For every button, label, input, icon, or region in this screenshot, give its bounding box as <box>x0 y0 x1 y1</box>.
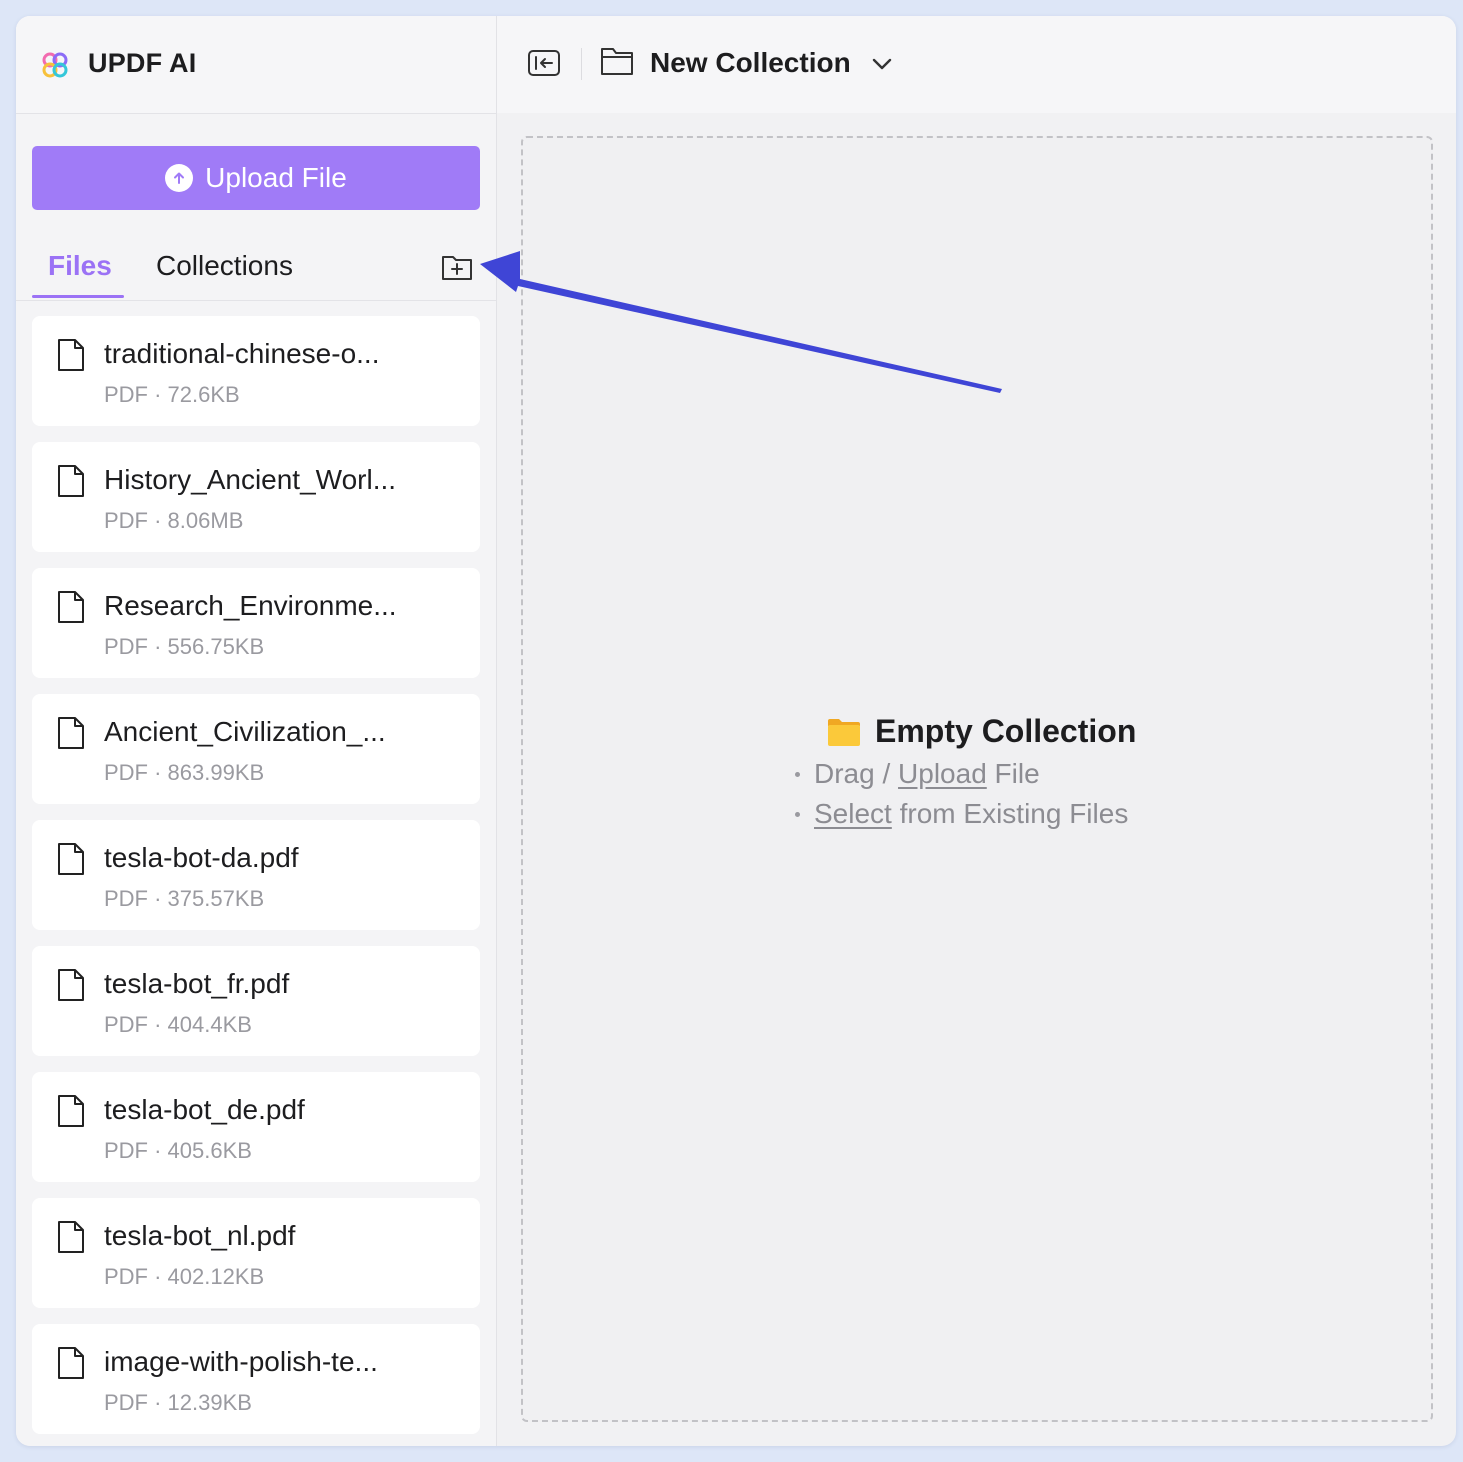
file-name: History_Ancient_Worl... <box>104 464 397 495</box>
upload-file-label: Upload File <box>205 162 347 193</box>
active-tab-indicator <box>32 295 124 298</box>
app-title: UPDF AI <box>88 48 197 78</box>
hint-existing-text: from Existing Files <box>891 798 1129 829</box>
hint-upload: Drag / Upload File <box>795 758 1295 790</box>
file-item[interactable]: History_Ancient_Worl... PDF · 8.06MB <box>32 442 480 552</box>
file-meta: PDF · 404.4KB <box>104 1012 252 1037</box>
document-icon <box>58 591 84 623</box>
collapse-sidebar-icon[interactable] <box>527 48 561 78</box>
file-name: Ancient_Civilization_... <box>104 716 386 747</box>
header-divider <box>581 48 582 80</box>
tab-files[interactable]: Files <box>48 250 112 282</box>
file-meta: PDF · 402.12KB <box>104 1264 265 1289</box>
hint-file-text: File <box>986 758 1040 789</box>
file-item[interactable]: tesla-bot_de.pdf PDF · 405.6KB <box>32 1072 480 1182</box>
sidebar: UPDF AI Upload File Files Collections tr… <box>16 16 497 1446</box>
upload-icon <box>165 164 194 192</box>
file-item[interactable]: traditional-chinese-o... PDF · 72.6KB <box>32 316 480 426</box>
file-name: Research_Environme... <box>104 590 397 621</box>
upload-link[interactable]: Upload <box>898 758 987 790</box>
new-collection-folder-icon[interactable] <box>440 250 474 284</box>
file-meta: PDF · 12.39KB <box>104 1390 252 1415</box>
document-icon <box>58 717 84 749</box>
bullet <box>795 771 800 777</box>
file-name: traditional-chinese-o... <box>104 338 380 369</box>
document-icon <box>58 465 84 497</box>
file-meta: PDF · 8.06MB <box>104 508 244 533</box>
tab-collections[interactable]: Collections <box>156 250 293 282</box>
sidebar-tabs: Files Collections <box>16 244 496 301</box>
sidebar-header: UPDF AI <box>16 16 496 114</box>
file-item[interactable]: tesla-bot-da.pdf PDF · 375.57KB <box>32 820 480 930</box>
hint-select: Select from Existing Files <box>795 798 1295 830</box>
file-meta: PDF · 405.6KB <box>104 1138 252 1163</box>
file-meta: PDF · 863.99KB <box>104 760 265 785</box>
file-meta: PDF · 72.6KB <box>104 382 240 407</box>
file-item[interactable]: tesla-bot_fr.pdf PDF · 404.4KB <box>32 946 480 1056</box>
document-icon <box>58 339 84 371</box>
document-icon <box>58 843 84 875</box>
select-link[interactable]: Select <box>814 798 892 830</box>
empty-collection-title: Empty Collection <box>875 713 1137 749</box>
empty-state: Empty Collection Drag / Upload File Sele… <box>795 713 1295 830</box>
file-name: tesla-bot_de.pdf <box>104 1094 305 1125</box>
file-name: tesla-bot_fr.pdf <box>104 968 290 999</box>
file-name: tesla-bot_nl.pdf <box>104 1220 296 1251</box>
folder-emoji-icon <box>828 718 860 746</box>
file-item[interactable]: image-with-polish-te... PDF · 12.39KB <box>32 1324 480 1434</box>
file-item[interactable]: Research_Environme... PDF · 556.75KB <box>32 568 480 678</box>
main-panel: New Collection Empty Collection Drag / U… <box>497 16 1456 1446</box>
chevron-down-icon[interactable] <box>870 54 894 74</box>
file-name: image-with-polish-te... <box>104 1346 378 1377</box>
document-icon <box>58 1095 84 1127</box>
file-item[interactable]: tesla-bot_nl.pdf PDF · 402.12KB <box>32 1198 480 1308</box>
updf-logo-icon <box>42 52 68 78</box>
bullet <box>795 811 800 817</box>
document-icon <box>58 969 84 1001</box>
file-meta: PDF · 556.75KB <box>104 634 265 659</box>
folder-icon <box>601 48 633 75</box>
file-name: tesla-bot-da.pdf <box>104 842 299 873</box>
document-icon <box>58 1347 84 1379</box>
collection-title[interactable]: New Collection <box>650 47 851 79</box>
file-meta: PDF · 375.57KB <box>104 886 265 911</box>
file-item[interactable]: Ancient_Civilization_... PDF · 863.99KB <box>32 694 480 804</box>
upload-file-button[interactable]: Upload File <box>32 146 480 210</box>
file-dropzone[interactable]: Empty Collection Drag / Upload File Sele… <box>521 136 1433 1422</box>
main-header: New Collection <box>497 16 1456 113</box>
app-window: UPDF AI Upload File Files Collections tr… <box>16 16 1456 1446</box>
document-icon <box>58 1221 84 1253</box>
hint-drag-text: Drag / <box>814 758 899 789</box>
